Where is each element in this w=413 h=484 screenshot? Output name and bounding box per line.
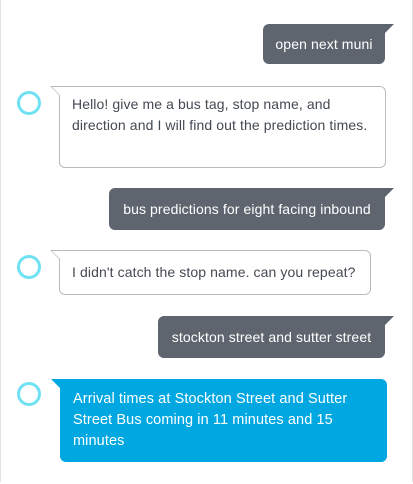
alexa-message-text: I didn't catch the stop name. can you re… [72, 264, 356, 280]
user-message-bubble: stockton street and sutter street [158, 316, 394, 358]
alexa-latest-message-bubble: Arrival times at Stockton Street and Sut… [51, 379, 387, 462]
alexa-message-text: Arrival times at Stockton Street and Sut… [73, 391, 348, 449]
user-message-bubble: open next muni [263, 24, 394, 64]
alexa-message-bubble: Hello! give me a bus tag, stop name, and… [50, 86, 386, 168]
user-message-text: bus predictions for eight facing inbound [123, 200, 371, 217]
user-message-text: stockton street and sutter street [171, 328, 372, 345]
alexa-ring-icon [17, 91, 41, 115]
alexa-ring-icon [17, 382, 41, 406]
alexa-ring-icon [17, 255, 41, 279]
conversation-panel: open next muni Hello! give me a bus tag,… [0, 0, 413, 482]
alexa-message-text: Hello! give me a bus tag, stop name, and… [72, 96, 368, 133]
user-message-text: open next muni [275, 35, 373, 52]
user-message-bubble: bus predictions for eight facing inbound [109, 188, 394, 230]
alexa-message-bubble: I didn't catch the stop name. can you re… [50, 250, 371, 295]
